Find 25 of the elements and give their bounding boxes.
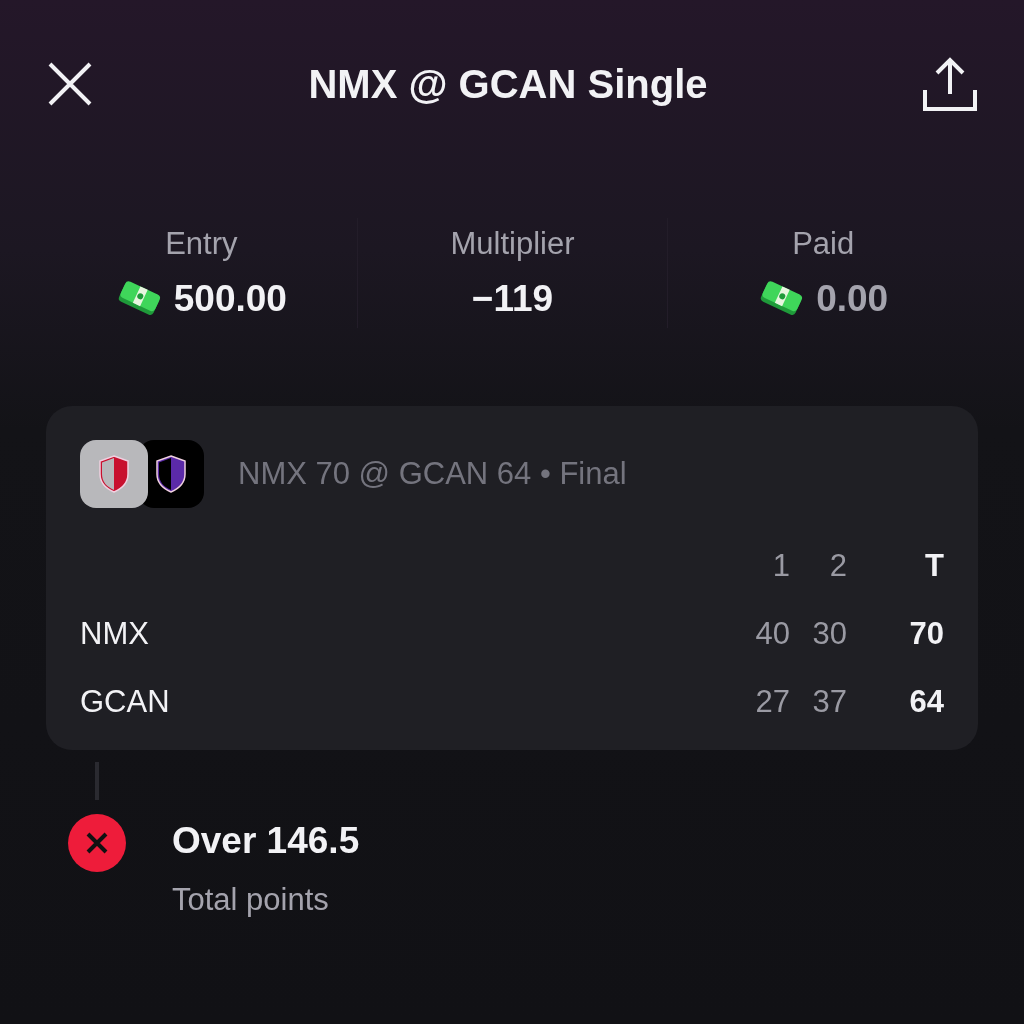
total-score: 64	[908, 684, 944, 720]
stat-label: Paid	[792, 226, 855, 262]
period-score: 27	[754, 684, 790, 720]
close-button[interactable]	[46, 60, 94, 108]
team-name: GCAN	[80, 684, 171, 720]
share-button[interactable]	[922, 56, 978, 112]
column-header: T	[924, 548, 944, 584]
period-score: 40	[754, 616, 790, 652]
screen-title: NMX @ GCAN Single	[308, 61, 708, 107]
stat-label: Multiplier	[450, 226, 575, 262]
stat-value: −119	[471, 278, 554, 320]
period-score: 37	[811, 684, 847, 720]
column-header: 1	[771, 548, 790, 584]
stat-value: 500.00	[173, 278, 287, 320]
period-score: 30	[811, 616, 847, 652]
stat-label: Entry	[165, 226, 238, 262]
team-logo	[80, 440, 148, 508]
column-header: 2	[828, 548, 847, 584]
pick-name: Over 146.5	[172, 820, 360, 862]
team-name: NMX	[80, 616, 150, 652]
stat-value: 0.00	[816, 278, 889, 320]
market-name: Total points	[172, 882, 330, 918]
lost-icon	[68, 814, 126, 872]
game-summary: NMX 70 @ GCAN 64 • Final	[238, 456, 627, 492]
total-score: 70	[908, 616, 944, 652]
